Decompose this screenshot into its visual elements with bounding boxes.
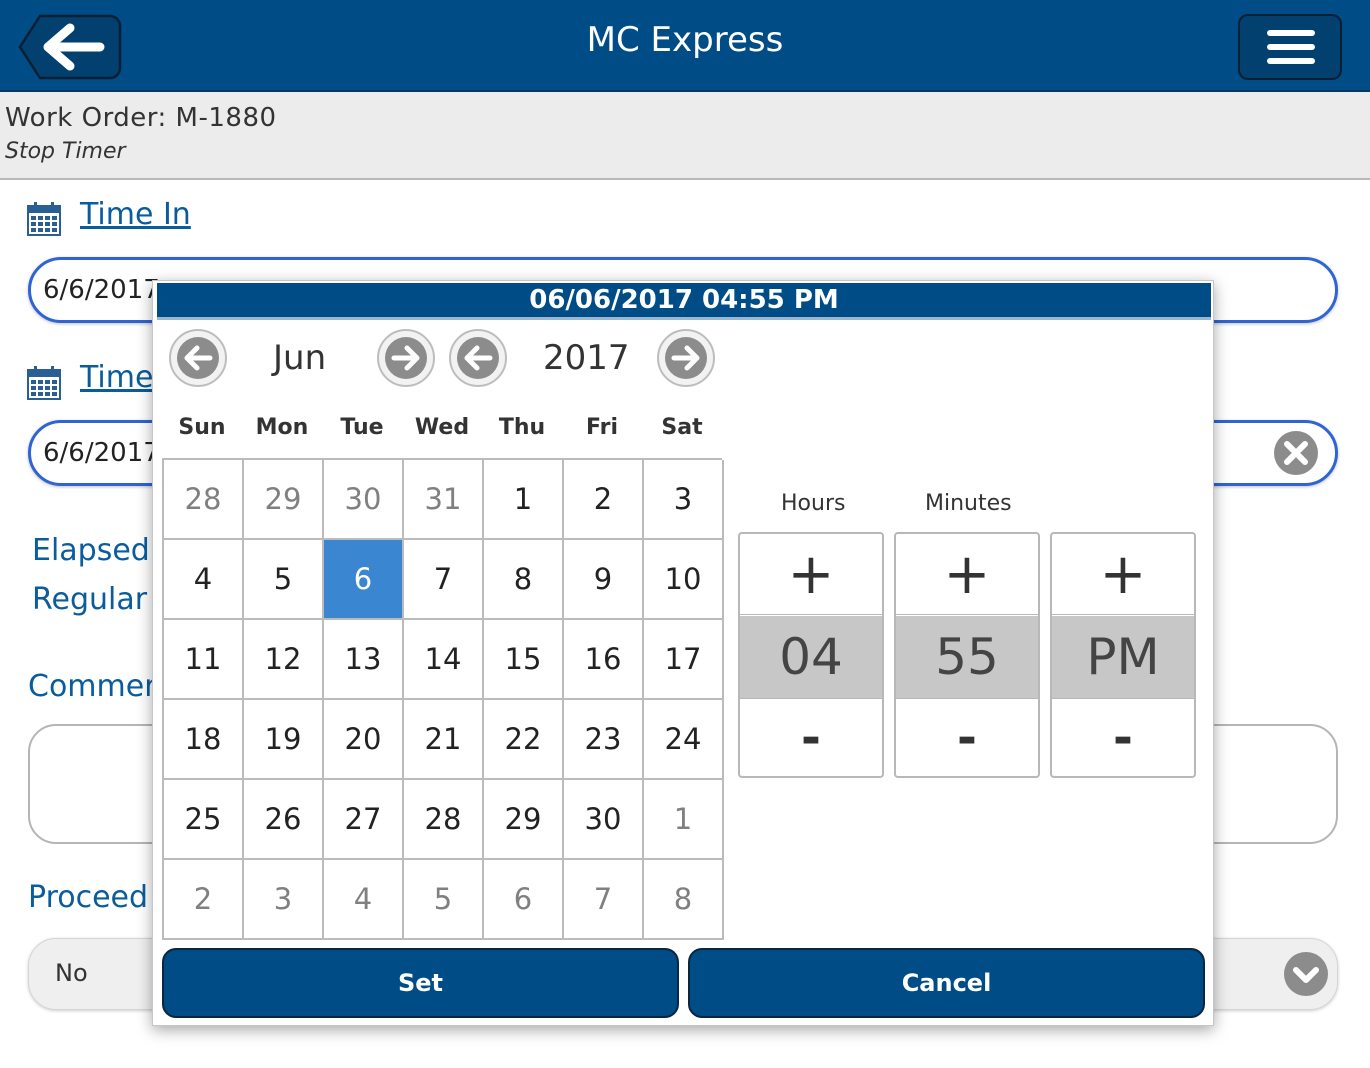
- minutes-spinner: + 55 -: [894, 532, 1040, 778]
- arrow-left-icon: [169, 329, 227, 387]
- calendar-day[interactable]: 2: [564, 460, 644, 540]
- hours-increment-button[interactable]: +: [740, 534, 882, 615]
- calendar-icon: [27, 202, 61, 236]
- ampm-decrement-button[interactable]: -: [1052, 698, 1194, 776]
- weekday-label: Wed: [414, 415, 470, 440]
- calendar-day[interactable]: 9: [564, 540, 644, 620]
- next-month-button[interactable]: [376, 328, 436, 388]
- calendar-day[interactable]: 26: [244, 780, 324, 860]
- weekday-label: Sat: [661, 415, 703, 440]
- app-header: MC Express: [0, 0, 1370, 92]
- calendar-day[interactable]: 28: [404, 780, 484, 860]
- calendar-day[interactable]: 28: [164, 460, 244, 540]
- time-out-link[interactable]: Time: [80, 360, 153, 395]
- page-subtitle: Stop Timer: [5, 139, 126, 164]
- minutes-label: Minutes: [925, 491, 1012, 516]
- next-year-button[interactable]: [656, 328, 716, 388]
- calendar-day[interactable]: 15: [484, 620, 564, 700]
- calendar-day[interactable]: 3: [644, 460, 724, 540]
- calendar-day[interactable]: 5: [404, 860, 484, 940]
- work-order-bar: Work Order: M-1880 Stop Timer: [0, 92, 1370, 180]
- picker-header: 06/06/2017 04:55 PM: [157, 283, 1211, 320]
- calendar-day[interactable]: 12: [244, 620, 324, 700]
- calendar-day[interactable]: 30: [324, 460, 404, 540]
- minutes-value: 55: [896, 616, 1038, 698]
- menu-button[interactable]: [1238, 14, 1342, 80]
- comments-label: Commer: [28, 669, 157, 704]
- calendar-day[interactable]: 10: [644, 540, 724, 620]
- calendar-day[interactable]: 1: [644, 780, 724, 860]
- cancel-button[interactable]: Cancel: [688, 948, 1205, 1018]
- calendar-day[interactable]: 30: [564, 780, 644, 860]
- calendar-day[interactable]: 2: [164, 860, 244, 940]
- calendar-day[interactable]: 20: [324, 700, 404, 780]
- hours-value: 04: [740, 616, 882, 698]
- weekday-label: Sun: [178, 415, 226, 440]
- hamburger-icon: [1267, 30, 1315, 36]
- calendar-day[interactable]: 19: [244, 700, 324, 780]
- hours-spinner: + 04 -: [738, 532, 884, 778]
- time-in-link[interactable]: Time In: [80, 197, 191, 232]
- elapsed-label: Elapsed: [32, 533, 150, 568]
- calendar-day[interactable]: 3: [244, 860, 324, 940]
- calendar-day[interactable]: 4: [164, 540, 244, 620]
- calendar-day[interactable]: 21: [404, 700, 484, 780]
- clear-icon[interactable]: [1273, 430, 1319, 476]
- calendar-day[interactable]: 5: [244, 540, 324, 620]
- time-out-value: 6/6/2017: [43, 438, 160, 468]
- arrow-right-icon: [377, 329, 435, 387]
- month-label: Jun: [273, 338, 327, 378]
- ampm-value: PM: [1052, 616, 1194, 698]
- time-in-value: 6/6/2017: [43, 275, 160, 305]
- calendar-day[interactable]: 17: [644, 620, 724, 700]
- proceed-label: Proceed: [28, 880, 149, 915]
- calendar-day[interactable]: 7: [404, 540, 484, 620]
- calendar-day[interactable]: 27: [324, 780, 404, 860]
- hours-decrement-button[interactable]: -: [740, 698, 882, 776]
- set-button[interactable]: Set: [162, 948, 679, 1018]
- weekday-label: Tue: [340, 415, 384, 440]
- arrow-right-icon: [657, 329, 715, 387]
- calendar-day[interactable]: 29: [244, 460, 324, 540]
- hours-label: Hours: [781, 491, 846, 516]
- weekday-label: Mon: [255, 415, 309, 440]
- calendar-day[interactable]: 8: [484, 540, 564, 620]
- year-label: 2017: [543, 338, 630, 378]
- calendar-day[interactable]: 31: [404, 460, 484, 540]
- proceed-value: No: [55, 959, 88, 987]
- calendar-day[interactable]: 25: [164, 780, 244, 860]
- weekday-label: Fri: [585, 415, 618, 440]
- calendar-day[interactable]: 4: [324, 860, 404, 940]
- calendar-day[interactable]: 11: [164, 620, 244, 700]
- regular-label: Regular: [32, 582, 148, 617]
- app-title: MC Express: [586, 20, 784, 60]
- calendar-day[interactable]: 8: [644, 860, 724, 940]
- work-order-title: Work Order: M-1880: [5, 103, 277, 133]
- calendar-day-selected[interactable]: 6: [324, 540, 404, 620]
- chevron-down-icon: [1284, 952, 1328, 996]
- calendar-day[interactable]: 7: [564, 860, 644, 940]
- minutes-decrement-button[interactable]: -: [896, 698, 1038, 776]
- prev-month-button[interactable]: [168, 328, 228, 388]
- calendar-day[interactable]: 13: [324, 620, 404, 700]
- calendar-grid: 28 29 30 31 1 2 3 4 5 6 7 8 9 10 11 12 1…: [162, 458, 724, 940]
- minutes-increment-button[interactable]: +: [896, 534, 1038, 615]
- calendar-day[interactable]: 22: [484, 700, 564, 780]
- calendar-day[interactable]: 23: [564, 700, 644, 780]
- calendar-day[interactable]: 18: [164, 700, 244, 780]
- arrow-left-icon: [449, 329, 507, 387]
- calendar-day[interactable]: 16: [564, 620, 644, 700]
- ampm-spinner: + PM -: [1050, 532, 1196, 778]
- datetime-picker-dialog: 06/06/2017 04:55 PM Jun 2017 Sun Mon Tue…: [152, 280, 1214, 1026]
- ampm-increment-button[interactable]: +: [1052, 534, 1194, 615]
- weekday-label: Thu: [498, 415, 546, 440]
- prev-year-button[interactable]: [448, 328, 508, 388]
- calendar-day[interactable]: 1: [484, 460, 564, 540]
- calendar-icon: [27, 366, 61, 400]
- calendar-day[interactable]: 14: [404, 620, 484, 700]
- calendar-day[interactable]: 24: [644, 700, 724, 780]
- calendar-day[interactable]: 29: [484, 780, 564, 860]
- calendar-day[interactable]: 6: [484, 860, 564, 940]
